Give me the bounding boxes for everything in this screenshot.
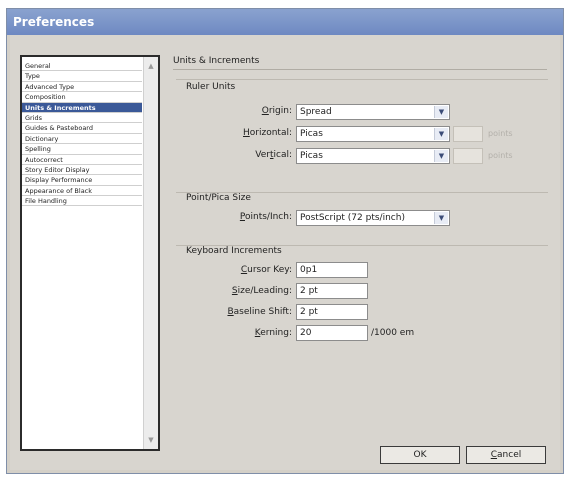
scroll-up-icon[interactable]: ▲ [144,59,158,73]
sidebar-item-guides-pasteboard[interactable]: Guides & Pasteboard [22,123,142,134]
category-items: General Type Advanced Type Composition Units… [22,61,142,207]
origin-dropdown[interactable]: Spread ▼ [296,104,450,120]
cancel-button[interactable]: Cancel [466,446,546,464]
horizontal-label: Horizontal: [243,128,292,138]
points-inch-label: Points/Inch: [239,212,292,222]
section-title: Units & Increments [173,56,260,66]
vertical-label: Vertical: [255,150,292,160]
kerning-unit: /1000 em [371,328,415,338]
sidebar-item-composition[interactable]: Composition [22,92,142,103]
chevron-down-icon[interactable]: ▼ [434,212,448,224]
preferences-dialog: Preferences General Type Advanced Type Comp… [6,8,564,474]
vertical-points-label: points [488,151,513,160]
sidebar-item-grids[interactable]: Grids [22,113,142,124]
chevron-down-icon[interactable]: ▼ [434,106,448,118]
vertical-points-field [453,148,483,164]
origin-label: Origin: [261,106,292,116]
kerning-field[interactable]: 20 [296,325,368,341]
sidebar-item-general[interactable]: General [22,61,142,72]
sidebar-item-file-handling[interactable]: File Handling [22,196,142,207]
dialog-body: General Type Advanced Type Composition Units… [10,35,560,470]
preferences-category-list[interactable]: General Type Advanced Type Composition Units… [20,55,160,451]
ruler-units-title: Ruler Units [186,82,236,92]
points-inch-value: PostScript (72 pts/inch) [300,213,405,223]
vertical-value: Picas [300,151,323,161]
ok-button[interactable]: OK [380,446,460,464]
vertical-dropdown[interactable]: Picas ▼ [296,148,450,164]
keyboard-increments-title: Keyboard Increments [186,246,282,256]
baseline-shift-label: Baseline Shift: [227,307,292,317]
kerning-label: Kerning: [254,328,292,338]
point-pica-title: Point/Pica Size [186,193,251,203]
sidebar-item-spelling[interactable]: Spelling [22,144,142,155]
scroll-down-icon[interactable]: ▼ [144,433,158,447]
chevron-down-icon[interactable]: ▼ [434,128,448,140]
category-scrollbar[interactable]: ▲ ▼ [143,57,158,449]
sidebar-item-units-increments[interactable]: Units & Increments [22,102,142,113]
chevron-down-icon[interactable]: ▼ [434,150,448,162]
horizontal-points-label: points [488,129,513,138]
sidebar-item-story-editor-display[interactable]: Story Editor Display [22,165,142,176]
cursor-key-label: Cursor Key: [240,265,292,275]
points-inch-dropdown[interactable]: PostScript (72 pts/inch) ▼ [296,210,450,226]
sidebar-item-appearance-of-black[interactable]: Appearance of Black [22,186,142,197]
horizontal-points-field [453,126,483,142]
sidebar-item-autocorrect[interactable]: Autocorrect [22,155,142,165]
sidebar-item-advanced-type[interactable]: Advanced Type [22,82,142,93]
sidebar-item-dictionary[interactable]: Dictionary [22,134,142,145]
sidebar-item-type[interactable]: Type [22,71,142,82]
sidebar-item-display-performance[interactable]: Display Performance [22,175,142,186]
dialog-title: Preferences [7,9,563,35]
horizontal-value: Picas [300,129,323,139]
origin-value: Spread [300,107,332,117]
size-leading-field[interactable]: 2 pt [296,283,368,299]
section-divider [173,69,547,70]
cursor-key-field[interactable]: 0p1 [296,262,368,278]
size-leading-label: Size/Leading: [231,286,292,296]
baseline-shift-field[interactable]: 2 pt [296,304,368,320]
horizontal-dropdown[interactable]: Picas ▼ [296,126,450,142]
